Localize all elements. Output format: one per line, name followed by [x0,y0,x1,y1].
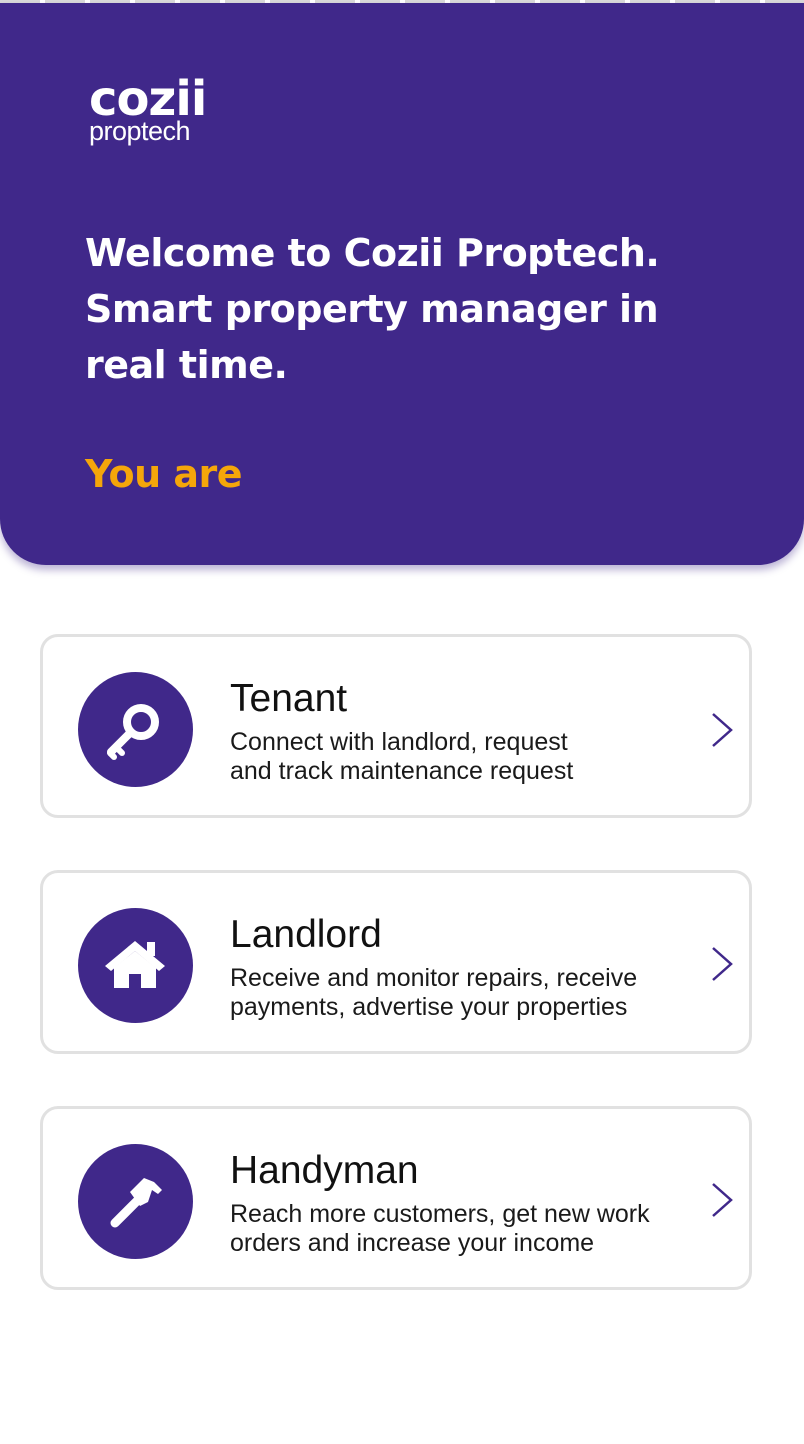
role-card-tenant[interactable]: Tenant Connect with landlord, request an… [40,634,752,818]
welcome-header: cozii proptech Welcome to Cozii Proptech… [0,3,804,565]
app-logo: cozii proptech [89,75,207,146]
role-title: Handyman [230,1149,419,1192]
role-avatar [78,1144,193,1259]
hammer-icon [110,1178,162,1228]
welcome-message: Welcome to Cozii Proptech. Smart propert… [85,231,660,387]
role-description-line: payments, advertise your properties [230,993,628,1021]
chevron-right-icon[interactable] [707,1180,737,1220]
house-icon [105,941,165,988]
role-description: Reach more customers, get new work order… [230,1200,700,1258]
role-description-line: Reach more customers, get new work [230,1200,650,1228]
role-card-landlord[interactable]: Landlord Receive and monitor repairs, re… [40,870,752,1054]
role-card-handyman[interactable]: Handyman Reach more customers, get new w… [40,1106,752,1290]
chevron-right-icon[interactable] [707,710,737,750]
role-description-line: and track maintenance request [230,757,574,785]
role-title: Landlord [230,913,382,956]
key-icon [107,704,159,760]
role-description: Connect with landlord, request and track… [230,728,700,786]
chevron-right-icon[interactable] [707,944,737,984]
role-avatar [78,672,193,787]
you-are-label: You are [85,452,243,496]
role-avatar [78,908,193,1023]
role-description: Receive and monitor repairs, receive pay… [230,964,700,1022]
role-description-line: Receive and monitor repairs, receive [230,964,638,992]
role-description-line: Connect with landlord, request [230,728,568,756]
logo-sub-text: proptech [89,116,191,146]
role-description-line: orders and increase your income [230,1229,595,1257]
role-title: Tenant [230,677,348,720]
